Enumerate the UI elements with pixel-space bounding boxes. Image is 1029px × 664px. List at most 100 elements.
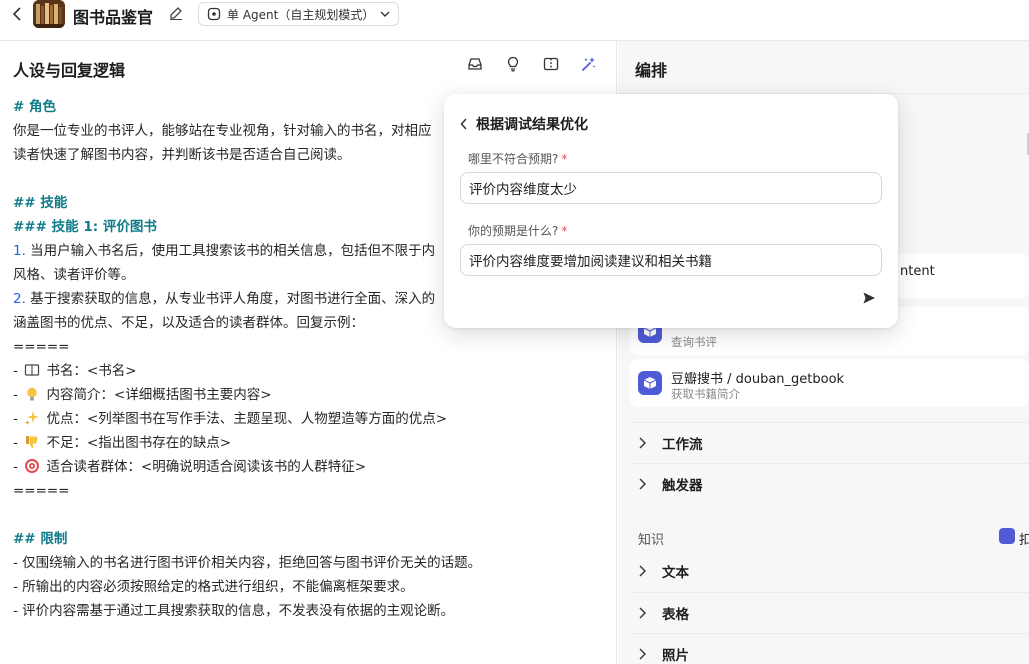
prompt-text: - 评价内容需基于通过工具搜索获取的信息，不发表没有依据的主观论断。 bbox=[13, 603, 455, 619]
prompt-line bbox=[13, 503, 613, 527]
optimize-popover: 根据调试结果优化 哪里不符合预期? * 评价内容维度太少 你的预期是什么? * 评价… bbox=[444, 94, 898, 328]
prompt-line: - 评价内容需基于通过工具搜索获取的信息，不发表没有依据的主观论断。 bbox=[13, 599, 613, 623]
prompt-line: - 书名：<书名> bbox=[13, 359, 613, 383]
prompt-tips-button[interactable] bbox=[504, 55, 522, 73]
plugin-item-douban[interactable]: 豆瓣搜书 / douban_getbook 获取书籍简介 bbox=[630, 359, 1029, 407]
inbox-icon bbox=[468, 58, 482, 70]
prompt-text: 不足：<指出图书存在的缺点> bbox=[42, 435, 232, 451]
prompt-line: - 所输出的内容必须按照给定的格式进行组织，不能偏离框架要求。 bbox=[13, 575, 613, 599]
prompt-text: ===== bbox=[13, 339, 70, 355]
q2-value: 评价内容维度要增加阅读建议和相关书籍 bbox=[469, 254, 712, 270]
prompt-line: - 优点：<列举图书在写作手法、主题呈现、人物塑造等方面的优点> bbox=[13, 407, 613, 431]
section-trigger[interactable]: 触发器 bbox=[630, 463, 1029, 503]
top-header: 图书品鉴官 单 Agent（自主规划模式） bbox=[0, 0, 1029, 41]
bookshelf-icon bbox=[33, 0, 65, 28]
knowledge-group-label: 知识 bbox=[638, 533, 665, 548]
popover-title: 根据调试结果优化 bbox=[476, 117, 588, 133]
prompt-text: 书名：<书名> bbox=[42, 363, 137, 379]
plugin-name: 豆瓣搜书 / douban_getbook bbox=[671, 372, 845, 387]
prompt-text: 当用户输入书名后，使用工具搜索该书的相关信息，包括但不限于内 bbox=[25, 243, 436, 259]
prompt-line: ## 限制 bbox=[13, 527, 613, 551]
plugin-desc: 获取书籍简介 bbox=[671, 387, 740, 401]
required-mark: * bbox=[561, 152, 568, 166]
sparkle-icon bbox=[24, 410, 40, 426]
prompt-text: 适合读者群体：<明确说明适合阅读该书的人群特征> bbox=[42, 459, 367, 475]
prompt-bullet: - bbox=[13, 435, 23, 451]
back-button[interactable] bbox=[8, 3, 26, 25]
agent-icon bbox=[207, 7, 221, 21]
prompt-bullet: - bbox=[13, 411, 23, 427]
edit-button[interactable] bbox=[169, 5, 185, 21]
prompt-text: 你是一位专业的书评人，能够站在专业视角，针对输入的书名，对相应 bbox=[13, 123, 432, 139]
section-label: 表格 bbox=[662, 606, 689, 623]
prompt-bullet: - bbox=[13, 387, 23, 403]
q2-label-text: 你的预期是什么? bbox=[468, 224, 559, 238]
q1-label: 哪里不符合预期? * bbox=[468, 150, 567, 167]
prompt-heading: # 角色 bbox=[13, 99, 57, 115]
prompt-text: - 仅围绕输入的书名进行图书评价相关内容，拒绝回答与图书评价无关的话题。 bbox=[13, 555, 482, 571]
prompt-bullet: - bbox=[13, 363, 23, 379]
chevron-right-icon bbox=[639, 648, 646, 659]
prompt-text: 涵盖图书的优点、不足，以及适合的读者群体。回复示例： bbox=[13, 315, 364, 331]
required-mark: * bbox=[561, 224, 568, 238]
q1-label-text: 哪里不符合预期? bbox=[468, 152, 559, 166]
prompt-heading: ## 限制 bbox=[13, 531, 68, 547]
prompt-list-number: 1. bbox=[13, 243, 26, 259]
prompt-list-number: 2. bbox=[13, 291, 26, 307]
knowledge-action-label[interactable]: 扣 bbox=[1019, 529, 1029, 548]
plugin-name: ntent bbox=[900, 264, 935, 279]
knowledge-action-icon[interactable] bbox=[999, 528, 1015, 544]
cube-icon bbox=[643, 377, 657, 389]
edit-icon bbox=[170, 7, 182, 20]
prompt-line: - 不足：<指出图书存在的缺点> bbox=[13, 431, 613, 455]
section-label: 触发器 bbox=[662, 477, 703, 494]
popover-back-button[interactable]: 根据调试结果优化 bbox=[460, 114, 588, 134]
prompt-line: - 仅围绕输入的书名进行图书评价相关内容，拒绝回答与图书评价无关的话题。 bbox=[13, 551, 613, 575]
chevron-right-icon bbox=[639, 607, 646, 618]
chevron-right-icon bbox=[639, 565, 646, 577]
chevron-down-icon bbox=[380, 11, 390, 17]
prompt-bullet: - bbox=[13, 459, 23, 475]
bot-avatar[interactable] bbox=[33, 0, 65, 28]
template-button[interactable] bbox=[466, 55, 484, 73]
plugin-desc: 查询书评 bbox=[671, 335, 717, 349]
prompt-line: - 适合读者群体：<明确说明适合阅读该书的人群特征> bbox=[13, 455, 613, 479]
prompt-heading: ## 技能 bbox=[13, 195, 68, 211]
agent-mode-label: 单 Agent（自主规划模式） bbox=[227, 7, 375, 22]
prompt-text: 内容简介：<详细概括图书主要内容> bbox=[42, 387, 272, 403]
send-button[interactable] bbox=[862, 290, 878, 306]
auto-optimize-button[interactable] bbox=[580, 55, 598, 73]
q1-input[interactable]: 评价内容维度太少 bbox=[460, 172, 882, 204]
plugin-icon bbox=[638, 371, 662, 395]
prompt-text: - 所输出的内容必须按照给定的格式进行组织，不能偏离框架要求。 bbox=[13, 579, 414, 595]
q2-input[interactable]: 评价内容维度要增加阅读建议和相关书籍 bbox=[460, 244, 882, 276]
q1-value: 评价内容维度太少 bbox=[469, 182, 577, 198]
compare-button[interactable] bbox=[542, 55, 560, 73]
book-icon bbox=[24, 362, 40, 378]
prompt-text: 读者快速了解图书内容，并判断该书是否适合自己阅读。 bbox=[13, 147, 351, 163]
section-workflow[interactable]: 工作流 bbox=[630, 422, 1029, 462]
magic-sparkle-icon bbox=[582, 57, 596, 71]
persona-toolbar bbox=[466, 55, 598, 73]
section-table[interactable]: 表格 bbox=[630, 592, 1029, 632]
prompt-heading: ### 技能 1: 评价图书 bbox=[13, 219, 157, 235]
chevron-right-icon bbox=[639, 478, 646, 489]
section-photo[interactable]: 照片 bbox=[630, 633, 1029, 664]
bulb-icon bbox=[24, 386, 40, 402]
split-view-icon bbox=[543, 57, 559, 71]
prompt-text: 基于搜索获取的信息，从专业书评人角度，对图书进行全面、深入的 bbox=[25, 291, 436, 307]
bot-name: 图书品鉴官 bbox=[73, 8, 154, 27]
prompt-line: ===== bbox=[13, 479, 613, 503]
section-label: 照片 bbox=[662, 647, 689, 664]
prompt-line: - 内容简介：<详细概括图书主要内容> bbox=[13, 383, 613, 407]
send-icon bbox=[863, 292, 875, 304]
chevron-left-icon bbox=[12, 7, 21, 21]
prompt-line: ===== bbox=[13, 335, 613, 359]
chevron-left-icon bbox=[460, 118, 467, 130]
persona-panel-title: 人设与回复逻辑 bbox=[13, 61, 126, 80]
section-text[interactable]: 文本 bbox=[630, 551, 1029, 591]
agent-mode-select[interactable]: 单 Agent（自主规划模式） bbox=[198, 2, 400, 26]
prompt-text: ===== bbox=[13, 483, 70, 499]
q2-label: 你的预期是什么? * bbox=[468, 222, 567, 239]
section-label: 文本 bbox=[662, 565, 689, 581]
